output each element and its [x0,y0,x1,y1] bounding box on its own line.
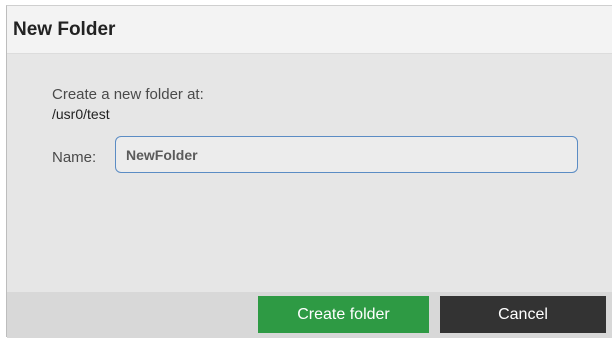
dialog-title: New Folder [13,19,116,40]
name-label: Name: [52,149,97,166]
cancel-button[interactable]: Cancel [440,296,606,333]
create-folder-prompt: Create a new folder at: [52,86,204,103]
new-folder-dialog: New Folder Create a new folder at: /usr0… [6,5,612,338]
dialog-titlebar: New Folder [7,6,612,54]
folder-name-input[interactable] [115,136,578,173]
create-folder-button[interactable]: Create folder [258,296,429,333]
target-path: /usr0/test [52,106,110,122]
